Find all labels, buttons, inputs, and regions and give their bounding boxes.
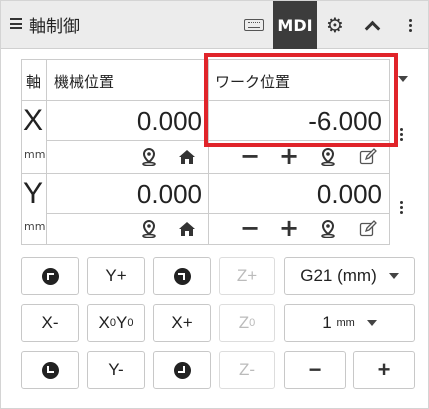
edit-icon[interactable] <box>358 219 378 239</box>
jog-x-plus-button[interactable]: X+ <box>153 304 211 342</box>
chevron-down-icon <box>388 273 399 279</box>
x0y0-y-sub: 0 <box>127 317 134 329</box>
row-y-more-icon[interactable] <box>400 201 403 214</box>
x0y0-y-label: Y <box>116 313 128 332</box>
edit-icon[interactable] <box>358 147 378 167</box>
units-select[interactable]: G21 (mm) <box>284 257 415 295</box>
increment-x-button[interactable]: + <box>279 144 299 168</box>
step-select[interactable]: 1 mm <box>284 304 415 342</box>
step-unit: mm <box>336 317 355 329</box>
jog-y-plus-button[interactable]: Y+ <box>87 257 145 295</box>
jog-x-minus-y-plus-button[interactable] <box>21 257 79 295</box>
jog-x-plus-y-minus-button[interactable] <box>153 351 211 389</box>
arrow-up-right-icon <box>173 267 191 285</box>
arrow-down-left-icon <box>41 361 59 379</box>
go-to-z0-button[interactable]: Z0 <box>219 304 275 342</box>
go-to-work-zero-icon[interactable] <box>318 219 338 239</box>
arrow-down-right-icon <box>173 361 191 379</box>
panel-title: 軸制御 <box>29 17 80 37</box>
column-dropdown-icon[interactable] <box>398 76 408 82</box>
chevron-down-icon <box>366 320 377 326</box>
machine-position-x: 0.000 <box>136 106 202 136</box>
axis-column-header: 軸 <box>26 73 42 91</box>
home-icon[interactable] <box>177 219 197 239</box>
collapse-button[interactable] <box>353 1 391 49</box>
step-decrease-button[interactable]: − <box>284 351 346 389</box>
keyboard-icon <box>244 19 264 31</box>
menu-icon[interactable] <box>10 18 22 29</box>
z0-sub: 0 <box>249 317 256 329</box>
go-to-position-icon[interactable] <box>139 219 159 239</box>
axis-unit-x: mm <box>24 148 46 161</box>
more-button[interactable] <box>391 1 429 49</box>
jog-x-plus-y-plus-button[interactable] <box>153 257 211 295</box>
units-select-value: G21 (mm) <box>300 266 377 285</box>
arrow-up-left-icon <box>41 267 59 285</box>
x0y0-x-label: X <box>98 313 110 332</box>
jog-x-minus-y-minus-button[interactable] <box>21 351 79 389</box>
jog-x-minus-button[interactable]: X- <box>21 304 79 342</box>
step-value: 1 <box>322 313 332 332</box>
decrement-x-button[interactable]: − <box>240 144 260 168</box>
go-to-x0-y0-button[interactable]: X0Y0 <box>87 304 145 342</box>
panel-header: 軸制御 MDI ⚙ <box>1 1 428 49</box>
machine-position-header: 機械位置 <box>54 73 115 91</box>
axis-letter-x: X <box>23 104 44 137</box>
home-icon[interactable] <box>177 147 197 167</box>
go-to-work-zero-icon[interactable] <box>318 147 338 167</box>
go-to-position-icon[interactable] <box>139 147 159 167</box>
axis-unit-y: mm <box>24 220 46 233</box>
decrement-y-button[interactable]: − <box>240 216 260 240</box>
gear-icon: ⚙ <box>326 13 344 37</box>
more-vert-icon <box>408 18 412 32</box>
jog-y-minus-button[interactable]: Y- <box>87 351 145 389</box>
mdi-button[interactable]: MDI <box>273 1 317 49</box>
keyboard-button[interactable] <box>235 1 273 49</box>
settings-button[interactable]: ⚙ <box>317 1 353 49</box>
highlight-box <box>204 53 398 147</box>
increment-y-button[interactable]: + <box>279 216 299 240</box>
step-increase-button[interactable]: + <box>353 351 415 389</box>
row-x-more-icon[interactable] <box>400 128 403 141</box>
axis-letter-y: Y <box>23 177 44 210</box>
jog-z-minus-button[interactable]: Z- <box>219 351 275 389</box>
work-position-y: 0.000 <box>316 179 382 209</box>
axes-panel: 軸制御 MDI ⚙ 軸 機械位置 ワーク位置 X mm 0.000 -6.000 <box>0 0 429 409</box>
jog-z-plus-button[interactable]: Z+ <box>219 257 275 295</box>
z0-label: Z <box>238 313 250 332</box>
machine-position-y: 0.000 <box>136 179 202 209</box>
chevron-up-icon <box>364 20 380 36</box>
